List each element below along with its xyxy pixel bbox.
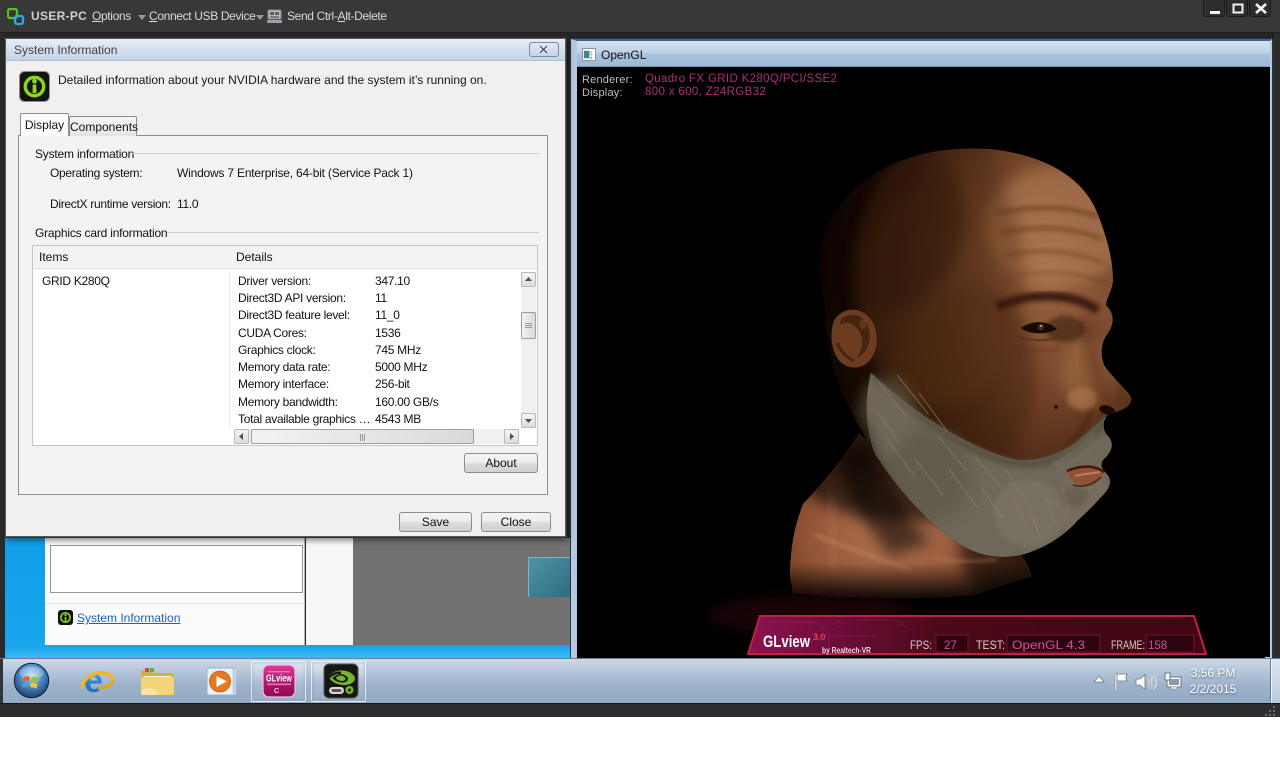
svg-text:FRAME:: FRAME: xyxy=(1111,640,1145,652)
svg-text:GLview: GLview xyxy=(763,632,811,651)
svg-text:TEST:: TEST: xyxy=(976,640,1005,652)
svg-text:C: C xyxy=(274,688,279,695)
svg-text:by Realtech-VR: by Realtech-VR xyxy=(822,646,871,655)
svg-text:158: 158 xyxy=(1148,640,1167,652)
svg-text:FPS:: FPS: xyxy=(910,640,932,652)
svg-text:3.0: 3.0 xyxy=(813,632,826,642)
svg-text:OpenGL 4.3: OpenGL 4.3 xyxy=(1012,640,1085,652)
svg-text:27: 27 xyxy=(944,640,957,652)
svg-text:GLview: GLview xyxy=(266,674,292,685)
